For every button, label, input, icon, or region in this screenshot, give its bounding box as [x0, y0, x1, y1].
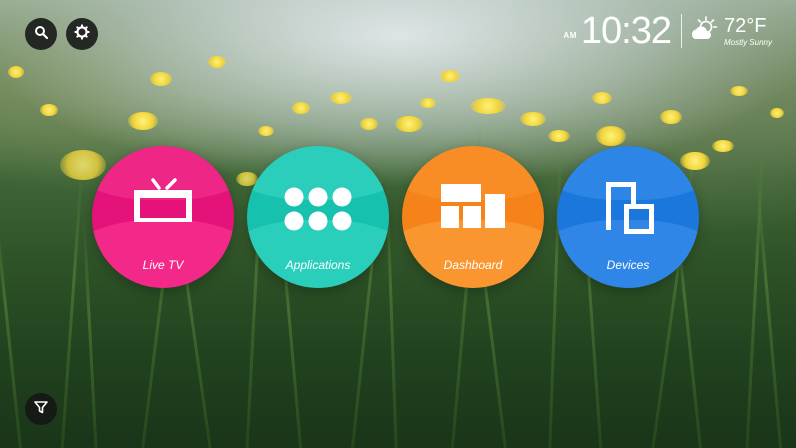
- tile-label: Live TV: [142, 258, 184, 272]
- dashboard-icon: [402, 182, 544, 230]
- tile-live-tv[interactable]: Live TV: [92, 146, 234, 288]
- partly-sunny-icon: [690, 15, 720, 48]
- tile-label: Dashboard: [443, 258, 503, 272]
- home-screen: AM 10:32 72°F Mostly Sunny Live TV Appli…: [0, 0, 796, 448]
- filter-icon: [34, 400, 48, 419]
- weather-widget: 72°F Mostly Sunny: [690, 15, 772, 48]
- ampm-label: AM: [563, 31, 577, 40]
- status-divider: [680, 14, 682, 48]
- gear-icon: [74, 24, 90, 45]
- status-bar: AM 10:32 72°F Mostly Sunny: [563, 12, 772, 50]
- search-button[interactable]: [25, 18, 57, 50]
- tv-icon: [92, 176, 234, 228]
- tile-label: Applications: [285, 258, 351, 272]
- filter-button[interactable]: [25, 393, 57, 425]
- clock-time: 10:32: [580, 10, 672, 52]
- weather-condition: Mostly Sunny: [723, 37, 772, 47]
- search-icon: [34, 25, 49, 44]
- temperature: 72°F: [723, 14, 767, 37]
- tile-devices[interactable]: Devices: [557, 146, 699, 288]
- apps-grid-icon: [247, 186, 389, 232]
- settings-button[interactable]: [66, 18, 98, 50]
- tile-label: Devices: [606, 258, 650, 272]
- devices-icon: [557, 180, 699, 234]
- tile-applications[interactable]: Applications: [247, 146, 389, 288]
- tile-dashboard[interactable]: Dashboard: [402, 146, 544, 288]
